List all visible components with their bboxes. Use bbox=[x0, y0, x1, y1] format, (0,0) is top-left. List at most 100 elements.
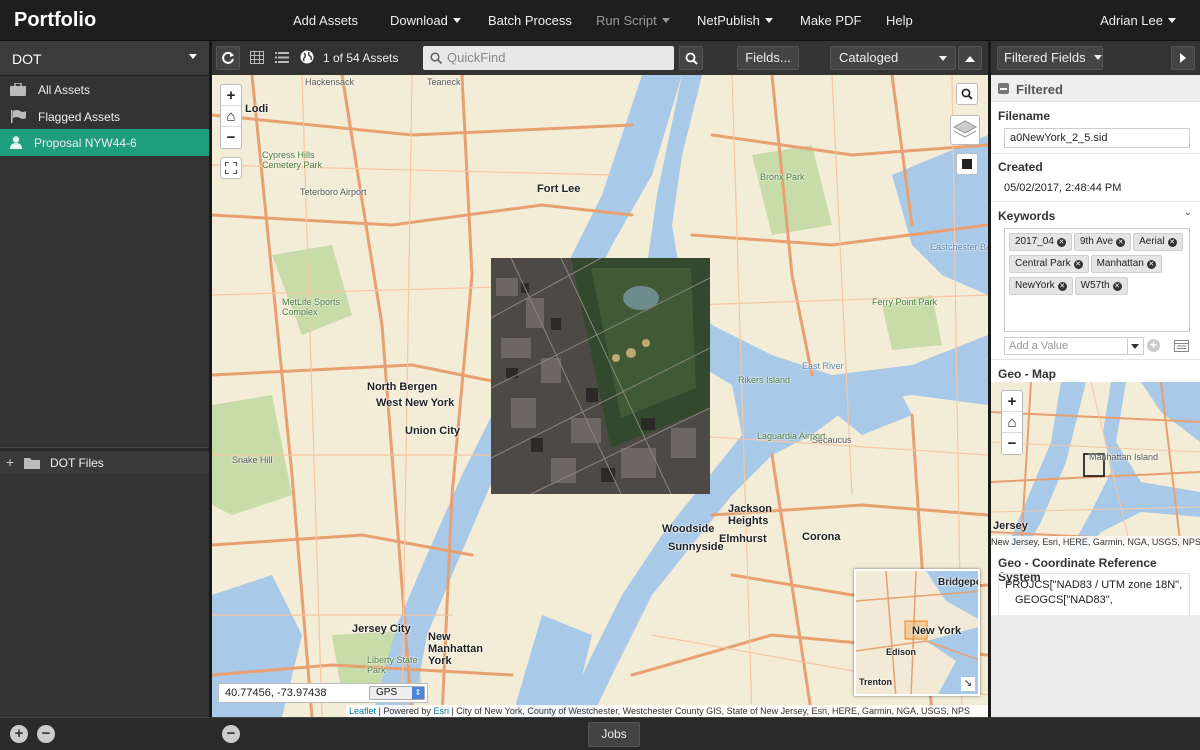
asset-count: 1 of 54 Assets bbox=[323, 51, 399, 65]
map-label: Cypress Hills Cemetery Park bbox=[262, 150, 323, 170]
layers-button[interactable] bbox=[950, 115, 980, 145]
map-label: Teterboro Airport bbox=[300, 187, 367, 197]
zoom-out-button[interactable]: − bbox=[221, 127, 241, 148]
remove-button[interactable]: − bbox=[37, 725, 55, 743]
refresh-icon bbox=[222, 51, 234, 64]
remove-tag-icon[interactable]: ✕ bbox=[1167, 238, 1177, 247]
zoom-search-icon bbox=[685, 52, 698, 65]
sidebar-footer: + − bbox=[0, 717, 209, 750]
keyword-tag: W57th ✕ bbox=[1074, 277, 1128, 295]
chevron-down-icon bbox=[452, 18, 461, 23]
map-label: Rikers Island bbox=[738, 375, 791, 385]
menu-add-assets[interactable]: Add Assets bbox=[293, 13, 358, 28]
map-label: MetLife Sports Complex bbox=[282, 297, 341, 317]
search-icon bbox=[430, 52, 442, 64]
folder-item-dot-files[interactable]: + DOT Files bbox=[0, 452, 209, 474]
coord-system-select[interactable]: GPS ⇕ bbox=[369, 686, 425, 700]
fullscreen-icon bbox=[224, 161, 238, 175]
field-crs: Geo - Coordinate Reference System PROJCS… bbox=[991, 549, 1200, 617]
minimap-toggle-icon[interactable]: ↘ bbox=[961, 677, 975, 691]
remove-tag-icon[interactable]: ✕ bbox=[1057, 282, 1067, 291]
chevron-down-icon bbox=[764, 18, 773, 23]
map-label: Jersey City bbox=[352, 623, 411, 635]
remove-tag-icon[interactable]: ✕ bbox=[1116, 238, 1126, 247]
crs-textarea[interactable]: PROJCS["NAD83 / UTM zone 18N", GEOGCS["N… bbox=[998, 573, 1190, 617]
menu-run-script[interactable]: Run Script bbox=[596, 13, 670, 28]
user-menu[interactable]: Adrian Lee bbox=[1100, 13, 1176, 28]
folders-panel: + DOT Files bbox=[0, 451, 209, 717]
chevron-down-icon bbox=[189, 54, 197, 59]
keyword-tag: Manhattan ✕ bbox=[1090, 255, 1162, 273]
briefcase-icon bbox=[10, 83, 26, 96]
main-view: 1 of 54 Assets QuickFind Fields... Catal… bbox=[212, 41, 988, 717]
status-select[interactable]: Cataloged bbox=[830, 46, 956, 70]
grid-view-icon[interactable] bbox=[250, 51, 264, 64]
fields-button[interactable]: Fields... bbox=[737, 46, 799, 70]
globe-icon[interactable] bbox=[300, 50, 314, 64]
geo-home-button[interactable]: ⌂ bbox=[1002, 412, 1022, 433]
leaflet-link[interactable]: Leaflet bbox=[349, 706, 376, 716]
filtered-fields-select[interactable]: Filtered Fields bbox=[997, 46, 1103, 70]
map-view[interactable]: Hackensack Teaneck Lodi Fort Lee Cypress Hil… bbox=[212, 75, 988, 717]
add-value-input[interactable]: Add a Value bbox=[1004, 337, 1144, 355]
refresh-button[interactable] bbox=[216, 46, 240, 70]
sidebar-item-flagged-assets[interactable]: Flagged Assets bbox=[0, 103, 209, 130]
square-icon bbox=[962, 159, 972, 169]
chevron-down-icon bbox=[661, 18, 670, 23]
menu-batch-process[interactable]: Batch Process bbox=[488, 13, 572, 28]
menu-download[interactable]: Download bbox=[390, 13, 461, 28]
add-value-dropdown[interactable] bbox=[1127, 338, 1143, 354]
sidebar-item-proposal[interactable]: Proposal NYW44-6 bbox=[0, 129, 209, 156]
geo-zoom-in-button[interactable]: + bbox=[1002, 391, 1022, 412]
expand-plus-icon[interactable]: + bbox=[6, 454, 14, 470]
map-label: East River bbox=[802, 361, 844, 371]
menu-help[interactable]: Help bbox=[886, 13, 913, 28]
add-keyword-button[interactable]: + bbox=[1147, 339, 1160, 352]
chevron-up-icon bbox=[965, 56, 975, 62]
fields-panel: Filtered Fields Filtered Filename a0NewY… bbox=[991, 41, 1200, 717]
minimap[interactable]: Bridgeport New York Edison Trenton ↘ bbox=[854, 569, 980, 696]
catalog-selector[interactable]: DOT bbox=[0, 41, 209, 76]
map-label: Lodi bbox=[245, 103, 269, 115]
remove-tag-icon[interactable]: ✕ bbox=[1146, 260, 1156, 269]
map-label: Bronx Park bbox=[760, 172, 805, 182]
list-view-icon[interactable] bbox=[275, 51, 289, 64]
remove-tag-icon[interactable]: ✕ bbox=[1056, 238, 1066, 247]
remove-tag-icon[interactable]: ✕ bbox=[1112, 282, 1122, 291]
map-label: Corona bbox=[802, 531, 841, 543]
fullscreen-button[interactable] bbox=[220, 157, 242, 179]
filename-input[interactable]: a0NewYork_2_5.sid bbox=[1004, 128, 1190, 148]
esri-link[interactable]: Esri bbox=[433, 706, 449, 716]
map-label: North Bergen bbox=[367, 381, 438, 393]
jobs-button[interactable]: Jobs bbox=[588, 722, 640, 747]
panel-toolbar: Filtered Fields bbox=[991, 41, 1200, 75]
double-chevron-down-icon[interactable]: ⌄ bbox=[1184, 207, 1192, 218]
quickfind-input[interactable]: QuickFind bbox=[423, 46, 674, 70]
geo-zoom-out-button[interactable]: − bbox=[1002, 433, 1022, 454]
field-created: Created 05/02/2017, 2:48:44 PM bbox=[991, 154, 1200, 202]
draw-rectangle-button[interactable] bbox=[956, 153, 978, 175]
map-attribution: Leaflet | Powered by Esri | City of New … bbox=[346, 705, 988, 717]
aerial-image-overlay[interactable] bbox=[491, 258, 710, 494]
collapse-button[interactable]: − bbox=[222, 725, 240, 743]
search-button[interactable] bbox=[679, 46, 703, 70]
collapse-panel-button[interactable] bbox=[1171, 46, 1195, 70]
filtered-section-header[interactable]: Filtered bbox=[991, 75, 1200, 102]
menu-netpublish[interactable]: NetPublish bbox=[697, 13, 773, 28]
add-button[interactable]: + bbox=[10, 725, 28, 743]
menu-make-pdf[interactable]: Make PDF bbox=[800, 13, 861, 28]
map-search-button[interactable] bbox=[956, 83, 978, 105]
view-toolbar: 1 of 54 Assets QuickFind Fields... Catal… bbox=[212, 41, 988, 75]
geo-map[interactable]: Manhattan Island Jersey + ⌂ − New Jersey… bbox=[991, 382, 1200, 549]
keyword-tag: NewYork ✕ bbox=[1009, 277, 1073, 295]
center-footer: − Jobs bbox=[212, 717, 988, 750]
home-button[interactable]: ⌂ bbox=[221, 106, 241, 127]
zoom-in-button[interactable]: + bbox=[221, 85, 241, 106]
coordinate-readout: 40.77456, -73.97438 GPS ⇕ bbox=[218, 683, 428, 703]
layers-icon bbox=[952, 120, 978, 138]
chevron-right-icon bbox=[1180, 53, 1186, 63]
collapse-up-button[interactable] bbox=[958, 46, 982, 70]
keyword-list-icon[interactable] bbox=[1174, 340, 1189, 352]
sidebar-item-all-assets[interactable]: All Assets bbox=[0, 76, 209, 103]
remove-tag-icon[interactable]: ✕ bbox=[1073, 260, 1083, 269]
